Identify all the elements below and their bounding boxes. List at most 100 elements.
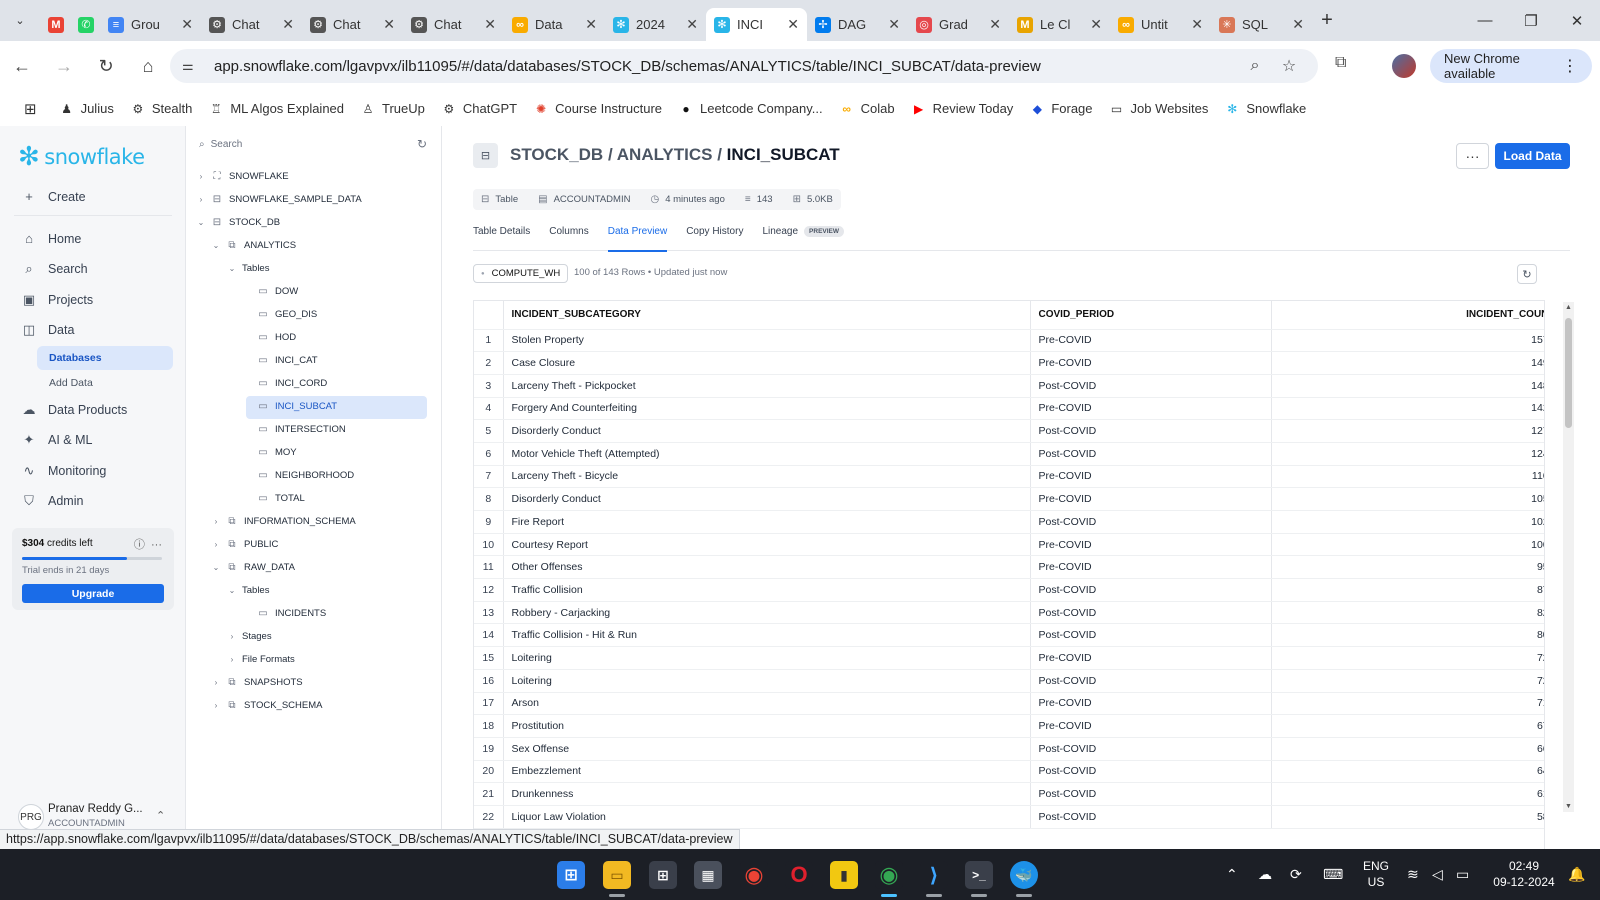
back-arrow-icon[interactable]: ← [2,46,42,86]
bookmark-item[interactable]: ✻ Snowflake [1216,95,1314,123]
cell-subcategory[interactable]: Other Offenses [503,555,1031,580]
tree-item[interactable]: ▭ INTERSECTION [243,420,345,438]
cell-covid-period[interactable]: Pre-COVID [1030,351,1272,375]
tab-close-icon[interactable]: ✕ [383,16,395,33]
nav-admin[interactable]: ⛉ Admin [22,493,83,509]
table-row[interactable]: 11Other OffensesPre-COVID956 [474,555,1544,580]
explorer-search-input[interactable]: Search [211,139,243,150]
tree-item[interactable]: ▭ TOTAL [243,489,304,507]
table-row[interactable]: 13Robbery - CarjackingPost-COVID820 [474,601,1544,625]
cell-covid-period[interactable]: Post-COVID [1030,578,1272,602]
cell-subcategory[interactable]: Larceny Theft - Bicycle [503,465,1031,489]
cell-subcategory[interactable]: Drunkenness [503,782,1031,806]
cell-incident-count[interactable]: 588 [1271,805,1544,829]
volume-icon[interactable]: ◁ [1432,849,1443,900]
row-number[interactable]: 16 [474,669,504,693]
nav-projects[interactable]: ▣ Projects [22,292,93,308]
tab-copy-history[interactable]: Copy History [686,223,743,251]
row-number[interactable]: 8 [474,487,504,511]
terminal-icon[interactable]: >_ [965,861,993,889]
cell-subcategory[interactable]: Disorderly Conduct [503,487,1031,511]
row-number[interactable]: 3 [474,374,504,398]
chrome-menu-icon[interactable]: ⋮ [1562,56,1578,76]
chevron-right-icon[interactable]: › [212,678,220,687]
cell-covid-period[interactable]: Pre-COVID [1030,533,1272,557]
cell-incident-count[interactable]: 721 [1271,669,1544,693]
row-number[interactable]: 13 [474,601,504,625]
sync-icon[interactable]: ⟳ [1290,849,1302,900]
scroll-down-icon[interactable]: ▼ [1565,803,1572,810]
table-row[interactable]: 21DrunkennessPost-COVID610 [474,782,1544,806]
cell-covid-period[interactable]: Post-COVID [1030,737,1272,761]
chevron-right-icon[interactable]: › [212,517,220,526]
table-row[interactable]: 17ArsonPre-COVID718 [474,692,1544,716]
tab-search-chevron-icon[interactable]: ⌄ [0,0,40,41]
site-settings-icon[interactable]: ⚌ [182,58,202,74]
table-row[interactable]: 5Disorderly ConductPost-COVID1273 [474,419,1544,443]
extensions-icon[interactable]: ⧉ [1335,54,1346,72]
explorer-search[interactable]: ⌕ Search ↻ [199,135,427,153]
tab-columns[interactable]: Columns [549,223,588,251]
table-row[interactable]: 7Larceny Theft - BicyclePre-COVID1167 [474,465,1544,489]
chevron-right-icon[interactable]: › [197,195,205,204]
cell-covid-period[interactable]: Pre-COVID [1030,555,1272,580]
home-icon[interactable]: ⌂ [128,46,168,86]
more-actions-button[interactable]: ··· [1456,143,1489,169]
table-row[interactable]: 22Liquor Law ViolationPost-COVID588 [474,805,1544,829]
tab-close-icon[interactable]: ✕ [686,16,698,33]
bookmark-item[interactable]: ♖ ML Algos Explained [200,95,352,123]
cell-covid-period[interactable]: Pre-COVID [1030,329,1272,353]
breadcrumb-database[interactable]: STOCK_DB [510,145,603,164]
tree-item[interactable]: ▭ DOW [243,282,298,300]
browser-tab[interactable]: M Le Cl ✕ [1009,8,1110,41]
tree-item[interactable]: › ⧉ SNAPSHOTS [212,673,303,691]
row-number[interactable]: 4 [474,397,504,421]
refresh-preview-button[interactable]: ↻ [1517,264,1537,284]
refresh-icon[interactable]: ↻ [417,137,427,151]
bookmark-item[interactable]: ▭ Job Websites [1101,95,1217,123]
cell-covid-period[interactable]: Post-COVID [1030,782,1272,806]
new-chrome-available-button[interactable]: New Chrome available ⋮ [1430,49,1592,83]
cell-covid-period[interactable]: Pre-COVID [1030,692,1272,716]
cell-incident-count[interactable]: 1490 [1271,351,1544,375]
browser-tab[interactable]: ✢ DAG ✕ [807,8,908,41]
tab-close-icon[interactable]: ✕ [787,16,799,33]
tree-item[interactable]: ⌄ ⧉ ANALYTICS [212,236,296,254]
opera-icon[interactable]: O [785,861,813,889]
onedrive-icon[interactable]: ☁ [1258,849,1272,900]
snowflake-logo[interactable]: ✻ snowflake [18,142,145,172]
nav-search[interactable]: ⌕ Search [22,261,87,277]
cell-covid-period[interactable]: Post-COVID [1030,510,1272,534]
row-number[interactable]: 2 [474,351,504,375]
tree-item[interactable]: › ⧉ INFORMATION_SCHEMA [212,512,356,530]
nav-monitoring[interactable]: ∿ Monitoring [22,463,107,479]
cell-subcategory[interactable]: Stolen Property [503,329,1031,353]
row-number[interactable]: 5 [474,419,504,443]
nav-data[interactable]: ◫ Data [22,322,75,338]
table-row[interactable]: 12Traffic CollisionPost-COVID877 [474,578,1544,602]
cell-covid-period[interactable]: Pre-COVID [1030,646,1272,670]
cell-covid-period[interactable]: Pre-COVID [1030,397,1272,421]
file-explorer-icon[interactable]: ▭ [603,861,631,889]
cell-incident-count[interactable]: 1167 [1271,465,1544,489]
cell-subcategory[interactable]: Courtesy Report [503,533,1031,557]
row-number[interactable]: 6 [474,442,504,466]
bookmark-item[interactable]: ⚙ ChatGPT [433,95,525,123]
tab-close-icon[interactable]: ✕ [585,16,597,33]
nav-add-data[interactable]: Add Data [37,371,173,395]
tree-item[interactable]: ▭ INCIDENTS [243,604,326,622]
cell-covid-period[interactable]: Post-COVID [1030,623,1272,648]
cell-subcategory[interactable]: Robbery - Carjacking [503,601,1031,625]
browser-tab[interactable]: ✻ 2024 ✕ [605,8,706,41]
browser-tab[interactable]: ✆ [70,8,100,41]
tray-overflow-icon[interactable]: ⌃ [1226,849,1238,900]
row-number[interactable]: 1 [474,329,504,353]
browser-tab[interactable]: ⚙ Chat ✕ [201,8,302,41]
cell-subcategory[interactable]: Arson [503,692,1031,716]
cell-incident-count[interactable]: 610 [1271,782,1544,806]
wifi-icon[interactable]: ≋ [1407,849,1419,900]
table-row[interactable]: 18ProstitutionPre-COVID673 [474,714,1544,738]
browser-tab[interactable]: M [40,8,70,41]
row-number[interactable]: 22 [474,805,504,829]
cell-subcategory[interactable]: Sex Offense [503,737,1031,761]
